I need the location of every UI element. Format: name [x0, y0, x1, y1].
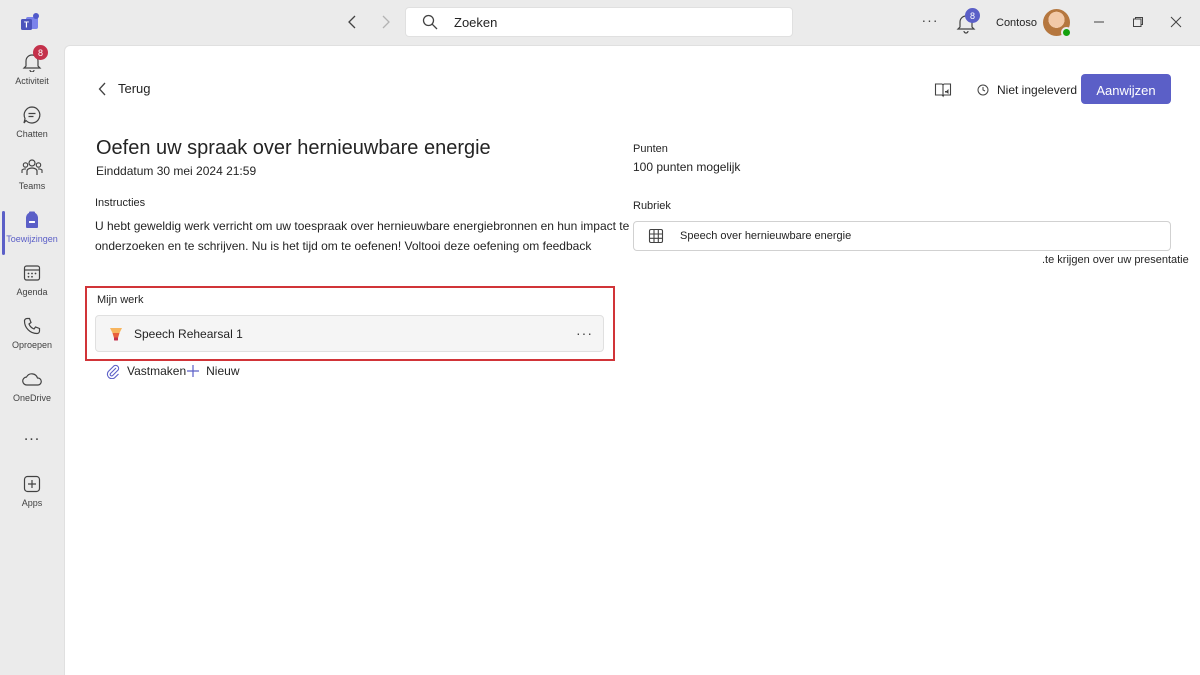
rail-item-teams[interactable]: Teams — [0, 156, 64, 206]
nav-forward-icon[interactable] — [374, 11, 396, 33]
teams-icon — [21, 156, 43, 178]
phone-icon — [21, 315, 43, 337]
more-options-icon[interactable]: ··· — [576, 325, 593, 341]
rail-item-label: Teams — [18, 181, 46, 191]
search-input[interactable] — [454, 14, 754, 30]
org-name[interactable]: Contoso — [996, 17, 1037, 29]
search-box[interactable] — [405, 7, 793, 37]
assignments-icon — [21, 209, 43, 231]
more-apps-icon[interactable]: ... — [0, 427, 64, 445]
add-apps-icon — [21, 473, 43, 495]
instructions-label: Instructies — [95, 197, 146, 209]
search-icon — [422, 13, 440, 31]
assign-button[interactable]: Aanwijzen — [1081, 74, 1171, 104]
immersive-reader-icon[interactable] — [934, 81, 952, 99]
avatar[interactable] — [1043, 9, 1072, 38]
rail-item-label: Activiteit — [15, 76, 49, 86]
points-label: Punten — [633, 143, 668, 155]
due-date: Einddatum 30 mei 2024 21:59 — [96, 164, 257, 178]
rubric-label: Rubriek — [633, 200, 671, 212]
my-work-label: Mijn werk — [97, 294, 144, 306]
submission-status: Niet ingeleverd — [977, 83, 1077, 97]
rail-item-onedrive[interactable]: OneDrive — [0, 368, 64, 418]
activity-badge: 8 — [33, 45, 48, 60]
rail-item-label: Toewijzingen — [6, 234, 58, 244]
teams-logo-icon: T — [20, 12, 42, 34]
title-bar: T ··· 8 Contoso — [0, 0, 1200, 45]
rail-item-label: OneDrive — [12, 393, 51, 403]
rubric-card[interactable]: Speech over hernieuwbare energie — [633, 221, 1171, 251]
new-label: Nieuw — [206, 364, 240, 378]
attach-actions: Vastmaken Nieuw — [105, 363, 240, 379]
my-work-section: Mijn werk Speech Rehearsal 1 ··· — [85, 286, 615, 361]
work-item-card[interactable]: Speech Rehearsal 1 ··· — [95, 315, 604, 352]
app-rail: 8 Activiteit Chatten Teams Toewijzingen … — [0, 45, 64, 675]
close-icon[interactable] — [1167, 13, 1185, 31]
plus-icon — [187, 365, 200, 377]
rail-item-calls[interactable]: Oproepen — [0, 315, 64, 365]
rail-item-chat[interactable]: Chatten — [0, 104, 64, 154]
notification-badge: 8 — [965, 8, 980, 23]
back-button[interactable]: Terug — [98, 81, 151, 96]
instructions-overflow-text: .te krijgen over uw presentatie — [1042, 254, 1189, 266]
clock-icon — [977, 84, 989, 96]
rubric-name: Speech over hernieuwbare energie — [680, 230, 852, 242]
restore-icon[interactable] — [1129, 13, 1147, 31]
status-label: Niet ingeleverd — [997, 83, 1078, 97]
minimize-icon[interactable] — [1090, 13, 1108, 31]
back-label: Terug — [118, 81, 151, 96]
calendar-icon — [21, 262, 43, 284]
rail-item-apps[interactable]: Apps — [0, 473, 64, 523]
speaker-coach-icon — [110, 327, 122, 340]
nav-back-icon[interactable] — [342, 11, 364, 33]
rail-item-activity[interactable]: 8 Activiteit — [0, 45, 64, 101]
more-options-icon[interactable]: ··· — [920, 12, 940, 32]
paperclip-icon — [106, 364, 120, 379]
new-button[interactable]: Nieuw — [186, 364, 240, 378]
chat-icon — [21, 104, 43, 126]
rail-item-label: Oproepen — [11, 340, 53, 350]
rail-item-calendar[interactable]: Agenda — [0, 262, 64, 312]
rail-item-assignments[interactable]: Toewijzingen — [0, 209, 64, 259]
cloud-icon — [21, 368, 43, 390]
notifications-button[interactable]: 8 — [955, 8, 980, 34]
presence-available-icon — [1061, 27, 1072, 38]
attach-label: Vastmaken — [127, 364, 187, 378]
rail-item-label: Agenda — [16, 287, 48, 297]
table-grid-icon — [648, 228, 664, 244]
bell-icon: 8 — [21, 45, 48, 73]
instructions-text: U hebt geweldig werk verricht om uw toes… — [95, 219, 630, 253]
points-value: 100 punten mogelijk — [633, 160, 741, 174]
rail-item-label: Chatten — [16, 129, 48, 139]
attach-button[interactable]: Vastmaken — [105, 363, 186, 379]
rail-item-label: Apps — [21, 498, 43, 508]
chevron-left-icon — [98, 82, 106, 95]
assignment-detail-pane: Terug Niet ingeleverd Aanwijzen Oefen uw… — [64, 45, 1200, 675]
work-item-name: Speech Rehearsal 1 — [134, 326, 243, 341]
svg-text:T: T — [24, 21, 29, 30]
page-title: Oefen uw spraak over hernieuwbare energi… — [96, 137, 491, 159]
